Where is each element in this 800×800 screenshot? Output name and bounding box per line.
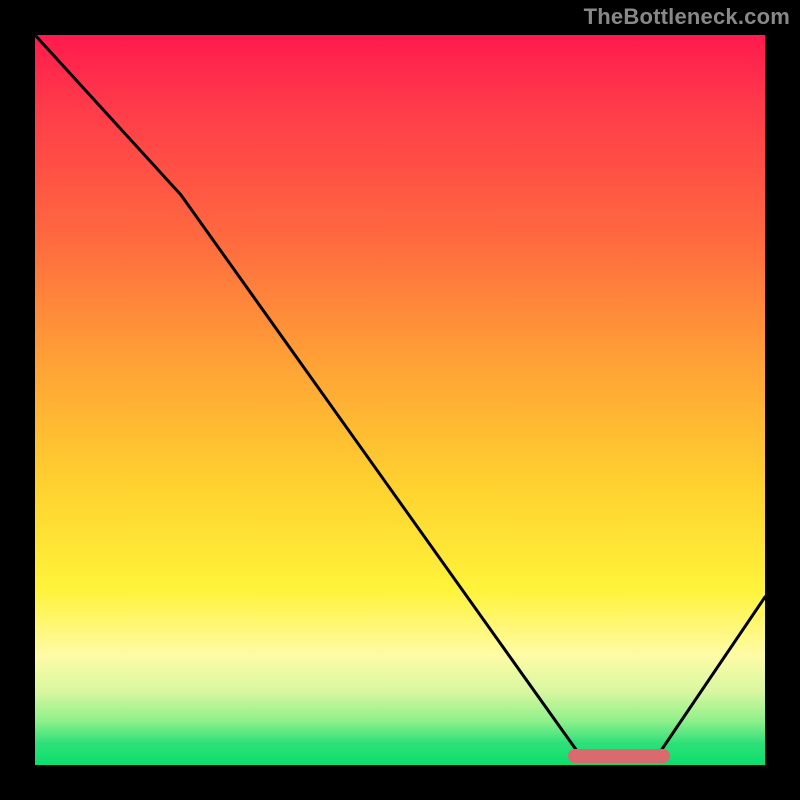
plot-area: [35, 35, 765, 765]
bottleneck-curve: [35, 35, 765, 765]
chart-frame: TheBottleneck.com: [0, 0, 800, 800]
optimal-range-marker: [568, 749, 670, 763]
bottleneck-curve-path: [35, 35, 765, 758]
watermark-text: TheBottleneck.com: [584, 4, 790, 30]
